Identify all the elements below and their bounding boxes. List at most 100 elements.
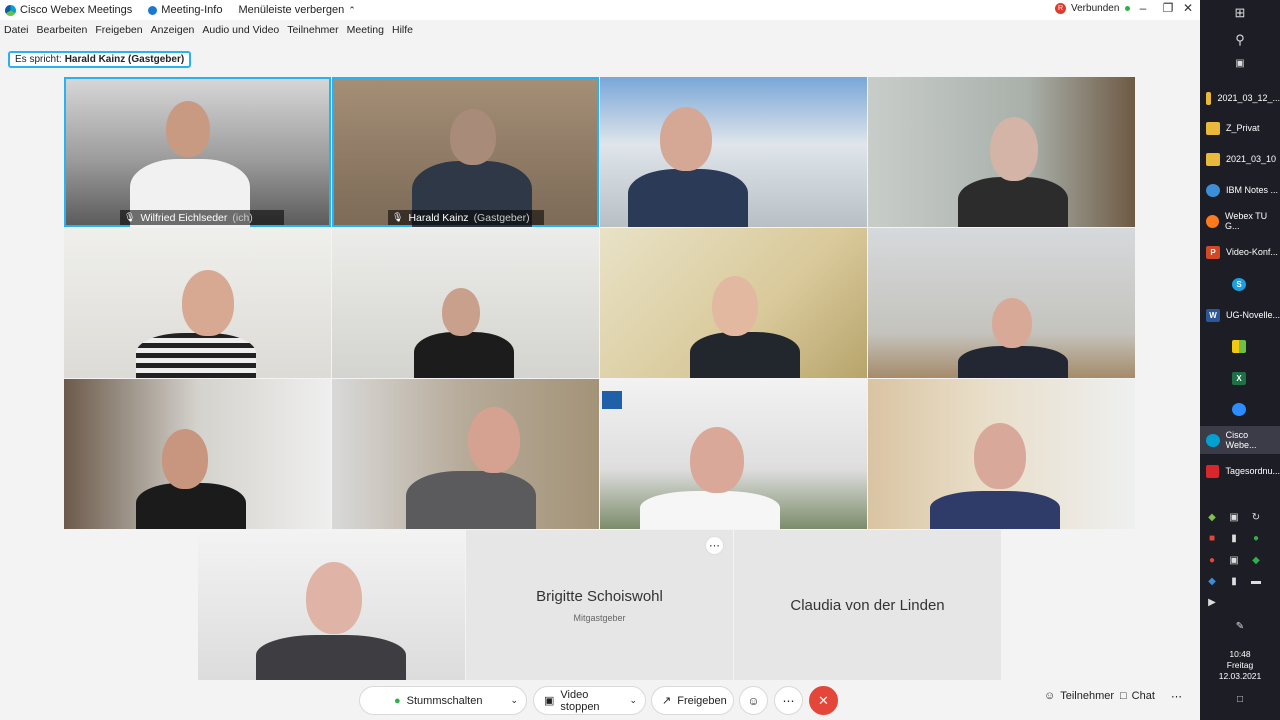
taskbar-item[interactable]: W UG-Novelle... [1200, 301, 1280, 329]
network-icon[interactable]: ▣ [1224, 512, 1244, 523]
close-icon[interactable]: ✕ [1181, 1, 1195, 15]
notification-icon[interactable]: □ [1230, 694, 1250, 705]
video-tile[interactable] [332, 379, 599, 529]
connection-status[interactable]: R Verbunden [1055, 3, 1131, 14]
search-icon[interactable]: ⚲ [1230, 32, 1250, 48]
hide-menu-label: Menüleiste verbergen [238, 4, 345, 16]
participant-video [162, 429, 208, 489]
menu-hilfe[interactable]: Hilfe [392, 24, 413, 36]
taskbar-item-label: Cisco Webe... [1225, 430, 1257, 450]
avatar-tile[interactable]: Claudia von der Linden [734, 530, 1001, 680]
microphone-icon: 🎙 [124, 212, 136, 222]
participant-video [660, 107, 712, 171]
more-options-icon[interactable]: ⋯ [705, 536, 724, 555]
chevron-down-icon[interactable]: ⌄ [629, 695, 637, 706]
participant-video [306, 562, 362, 634]
taskbar-item[interactable]: Z_Privat [1200, 114, 1280, 142]
share-label: Freigeben [677, 694, 727, 707]
participant-name: Harald Kainz [408, 211, 469, 224]
avatar-tile[interactable]: Brigitte Schoiswohl Mitgastgeber [466, 530, 733, 680]
bluetooth-icon[interactable]: ◆ [1202, 576, 1222, 587]
restore-icon[interactable]: ❐ [1161, 1, 1175, 15]
menu-bearbeiten[interactable]: Bearbeiten [37, 24, 88, 36]
battery-icon[interactable]: ▬ [1246, 576, 1266, 587]
share-button[interactable]: ↗ Freigeben [651, 686, 734, 715]
participants-button[interactable]: ☺ Teilnehmer [1044, 690, 1114, 702]
chevron-down-icon[interactable]: ⌄ [510, 695, 518, 706]
pdf-icon [1206, 464, 1220, 478]
end-call-button[interactable]: ✕ [809, 686, 838, 715]
video-tile[interactable] [868, 77, 1135, 227]
connected-dot-icon [1125, 6, 1131, 11]
video-tile-host[interactable]: 🎙 Harald Kainz (Gastgeber) [332, 77, 599, 227]
chat-button[interactable]: □ Chat [1120, 690, 1155, 702]
clock-date: 12.03.2021 [1218, 671, 1262, 681]
windows-start-icon[interactable]: ⊞ [1230, 5, 1250, 21]
video-tile[interactable] [868, 379, 1135, 529]
info-icon [148, 5, 158, 15]
active-speaker-label: Es spricht: Harald Kainz (Gastgeber) [8, 51, 192, 68]
menu-freigeben[interactable]: Freigeben [95, 24, 142, 36]
edge-icon[interactable]: ● [1246, 533, 1266, 544]
ibm-notes-icon [1206, 183, 1220, 197]
update-icon[interactable]: ● [1202, 555, 1222, 566]
video-tile-self[interactable]: 🎙 Wilfried Eichlseder (ich) [64, 77, 331, 227]
app-title-text: Cisco Webex Meetings [20, 4, 133, 16]
video-tile[interactable] [600, 228, 867, 378]
taskbar-item[interactable]: 2021_03_12_... [1200, 84, 1280, 112]
sync-icon[interactable]: ↻ [1246, 512, 1266, 523]
menu-meeting[interactable]: Meeting [347, 24, 384, 36]
meeting-info-label: Meeting-Info [161, 4, 223, 16]
hide-menu-button[interactable]: Menüleiste verbergen ⌃ [238, 4, 355, 16]
more-panels-button[interactable]: ⋯ [1171, 690, 1182, 703]
video-tile[interactable] [64, 379, 331, 529]
webex-icon [1206, 433, 1220, 447]
system-clock[interactable]: 10:48 Freitag 12.03.2021 [1200, 649, 1280, 682]
participant-video [958, 177, 1068, 227]
taskbar-item[interactable]: Tagesordnu... [1200, 457, 1280, 485]
menu-anzeigen[interactable]: Anzeigen [151, 24, 195, 36]
video-tile[interactable] [600, 379, 867, 529]
microphone-icon: ● [394, 694, 401, 707]
taskbar-item[interactable]: Webex TU G... [1200, 207, 1280, 235]
video-tile[interactable] [600, 77, 867, 227]
stop-video-button[interactable]: ▣ Video stoppen ⌄ [533, 686, 646, 715]
security-icon[interactable]: ◆ [1202, 512, 1222, 523]
pdf-tray-icon[interactable]: ■ [1202, 533, 1222, 544]
taskbar-item-label: UG-Novelle... [1226, 310, 1280, 320]
more-button[interactable]: ⋯ [774, 686, 803, 715]
taskbar-item[interactable]: Cisco Webe... [1200, 426, 1280, 454]
task-view-icon[interactable]: ▣ [1230, 58, 1250, 69]
taskbar-item[interactable] [1200, 395, 1280, 423]
microphone-tray-icon[interactable]: ▮ [1224, 576, 1244, 587]
mute-button[interactable]: ● Stummschalten ⌄ [359, 686, 527, 715]
volume-icon[interactable]: ▶ [1202, 597, 1222, 608]
taskbar-item[interactable]: 2021_03_10 [1200, 145, 1280, 173]
usb-icon[interactable]: ▮ [1224, 533, 1244, 544]
pen-icon[interactable]: ✎ [1230, 621, 1250, 632]
chevron-up-icon: ⌃ [348, 4, 356, 15]
participant-video [628, 169, 748, 227]
menu-teilnehmer[interactable]: Teilnehmer [287, 24, 338, 36]
taskbar-item[interactable]: P Video-Konf... [1200, 238, 1280, 266]
menu-audio-video[interactable]: Audio und Video [202, 24, 279, 36]
participant-video [974, 423, 1026, 489]
display-icon[interactable]: ▣ [1224, 555, 1244, 566]
meeting-info-button[interactable]: Meeting-Info [148, 4, 222, 16]
video-tile[interactable] [64, 228, 331, 378]
taskbar-item[interactable] [1200, 332, 1280, 360]
minimize-icon[interactable]: – [1136, 1, 1150, 15]
taskbar-item[interactable]: X [1200, 364, 1280, 392]
video-tile[interactable] [198, 530, 465, 680]
participant-video [256, 635, 406, 680]
taskbar-item[interactable]: IBM Notes ... [1200, 176, 1280, 204]
active-speaker-prefix: Es spricht: [15, 54, 62, 65]
reactions-button[interactable]: ☺ [739, 686, 768, 715]
shield-icon[interactable]: ◆ [1246, 555, 1266, 566]
video-tile[interactable] [332, 228, 599, 378]
video-tile[interactable] [868, 228, 1135, 378]
menu-datei[interactable]: Datei [4, 24, 29, 36]
taskbar-item[interactable]: S [1200, 270, 1280, 298]
chat-label: Chat [1131, 690, 1155, 702]
camera-icon: ▣ [544, 695, 555, 707]
